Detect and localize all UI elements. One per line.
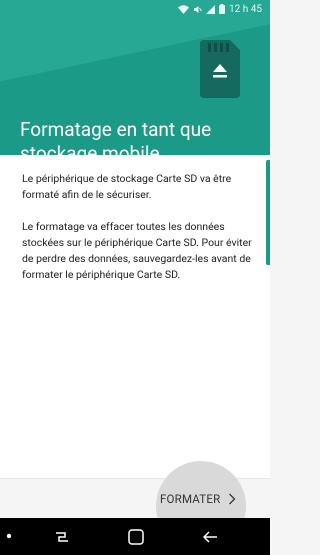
header-banner: 12 h 45 Formatage en tant que stockage m… (0, 0, 270, 155)
recent-apps-icon[interactable] (52, 527, 72, 547)
wifi-icon (178, 4, 190, 14)
sd-card-eject-icon (200, 40, 240, 98)
signal-icon (206, 4, 216, 14)
info-paragraph-warning: Le formatage va effacer toutes les donné… (22, 220, 252, 281)
home-icon[interactable] (126, 527, 146, 547)
navigation-bar (0, 518, 270, 555)
format-button[interactable]: FORMATER (160, 489, 236, 509)
format-button-label: FORMATER (160, 492, 221, 506)
chevron-right-icon (229, 493, 236, 505)
info-paragraph-secure: Le périphérique de stockage Carte SD va … (22, 172, 232, 201)
battery-icon (219, 4, 226, 14)
page-title: Formatage en tant que stockage mobile (20, 118, 212, 155)
content-panel: Le périphérique de stockage Carte SD va … (0, 155, 270, 478)
mute-icon (194, 5, 202, 13)
scroll-indicator (266, 160, 270, 265)
footer-bar: FORMATER (0, 461, 270, 551)
dot-indicator-icon (6, 533, 12, 539)
back-icon[interactable] (200, 527, 220, 547)
status-bar: 12 h 45 (0, 0, 270, 18)
status-time: 12 h 45 (229, 3, 262, 15)
